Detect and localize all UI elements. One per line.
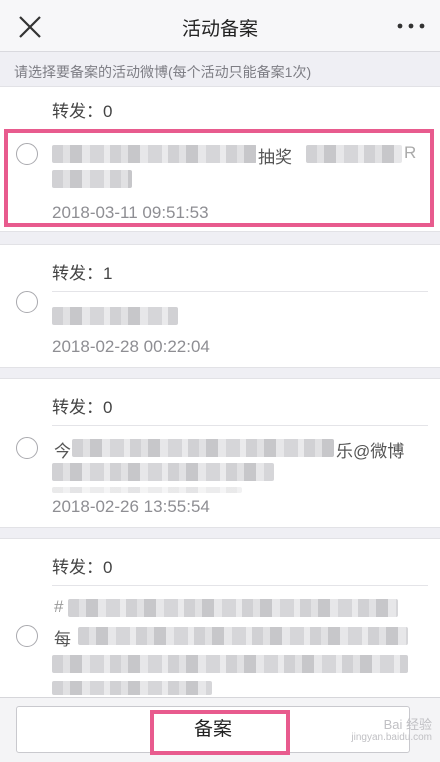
post-text-fragment: 乐@微博: [334, 437, 407, 462]
repost-count: 转发：0: [52, 102, 113, 121]
page-title: 活动备案: [181, 19, 258, 40]
post-text-fragment: #: [52, 597, 66, 617]
post-text-fragment: 每: [52, 625, 73, 650]
post-card-2[interactable]: 转发：1 2018-02-28 00:22:04: [0, 244, 440, 368]
more-horizontal-icon[interactable]: [394, 12, 428, 40]
divider: [52, 291, 428, 292]
select-radio[interactable]: [16, 143, 38, 165]
watermark: Bai 经验 jingyan.baidu.com: [351, 718, 432, 744]
select-radio[interactable]: [16, 291, 38, 313]
post-time: 2018-02-26 13:55:54: [52, 497, 210, 516]
post-text-fragment: R: [402, 143, 419, 163]
bottom-bar: 备案 Bai 经验 jingyan.baidu.com: [0, 697, 440, 762]
watermark-line2: jingyan.baidu.com: [351, 732, 432, 743]
post-text-fragment: 今: [52, 437, 73, 462]
select-radio[interactable]: [16, 625, 38, 647]
divider: [52, 425, 428, 426]
blurred-post-text: [52, 145, 257, 163]
blurred-post-text: [52, 463, 274, 481]
divider: [52, 585, 428, 586]
blurred-post-text: [72, 439, 334, 457]
blurred-post-text: [52, 487, 242, 493]
top-navbar: 活动备案: [0, 0, 440, 52]
blurred-post-text: [52, 170, 132, 188]
blurred-post-text: [52, 655, 408, 673]
post-card-1[interactable]: 转发：0 抽奖 R 2018-03-11 09:51:53: [0, 86, 440, 232]
post-text-fragment: 抽奖: [256, 143, 294, 168]
repost-count: 转发：0: [52, 398, 113, 417]
post-card-3[interactable]: 转发：0 今 乐@微博 2018-02-26 13:55:54: [0, 378, 440, 528]
select-radio[interactable]: [16, 437, 38, 459]
post-card-4[interactable]: 转发：0 # 每: [0, 538, 440, 698]
post-time: 2018-02-28 00:22:04: [52, 337, 210, 356]
blurred-post-text: [52, 307, 178, 325]
repost-count: 转发：1: [52, 264, 113, 283]
divider: [52, 129, 428, 130]
blurred-post-text: [78, 627, 408, 645]
post-time: 2018-03-11 09:51:53: [52, 203, 209, 222]
blurred-post-text: [306, 145, 402, 163]
blurred-post-text: [68, 599, 398, 617]
repost-count: 转发：0: [52, 558, 113, 577]
blurred-post-text: [52, 681, 212, 695]
selection-hint: 请选择要备案的活动微博(每个活动只能备案1次): [14, 64, 312, 80]
watermark-line1: Bai 经验: [383, 717, 432, 732]
